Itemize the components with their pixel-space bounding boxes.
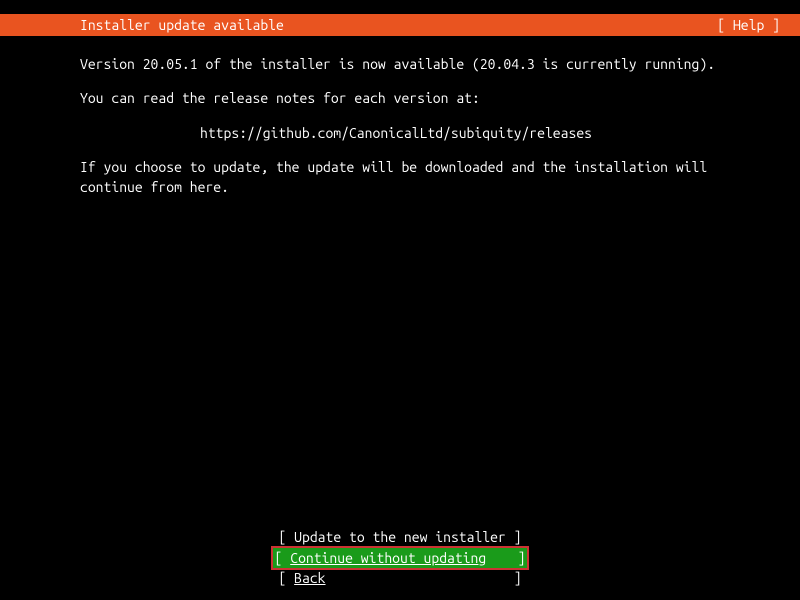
button-group: [ Update to the new installer ] [ Contin… — [0, 527, 800, 588]
bracket-close: ] — [326, 570, 522, 586]
update-explanation-text: If you choose to update, the update will… — [80, 157, 720, 198]
help-button[interactable]: [ Help ] — [717, 17, 780, 33]
release-notes-url: https://github.com/CanonicalLtd/subiquit… — [80, 123, 720, 143]
version-info-text: Version 20.05.1 of the installer is now … — [80, 54, 720, 74]
top-spacer — [0, 0, 800, 14]
continue-label: Continue without updating — [290, 550, 486, 566]
bracket-close: ] — [486, 550, 525, 566]
back-label: Back — [294, 570, 325, 586]
bracket-open: [ — [275, 550, 291, 566]
continue-without-updating-button[interactable]: [ Continue without updating ] — [273, 548, 528, 568]
update-installer-button[interactable]: [ Update to the new installer ] — [276, 527, 523, 547]
content-area: Version 20.05.1 of the installer is now … — [0, 36, 800, 197]
header-bar: Installer update available [ Help ] — [0, 14, 800, 36]
back-button[interactable]: [ Back ] — [276, 568, 523, 588]
bracket-open: [ — [278, 570, 294, 586]
page-title: Installer update available — [80, 17, 284, 33]
release-notes-intro: You can read the release notes for each … — [80, 88, 720, 108]
